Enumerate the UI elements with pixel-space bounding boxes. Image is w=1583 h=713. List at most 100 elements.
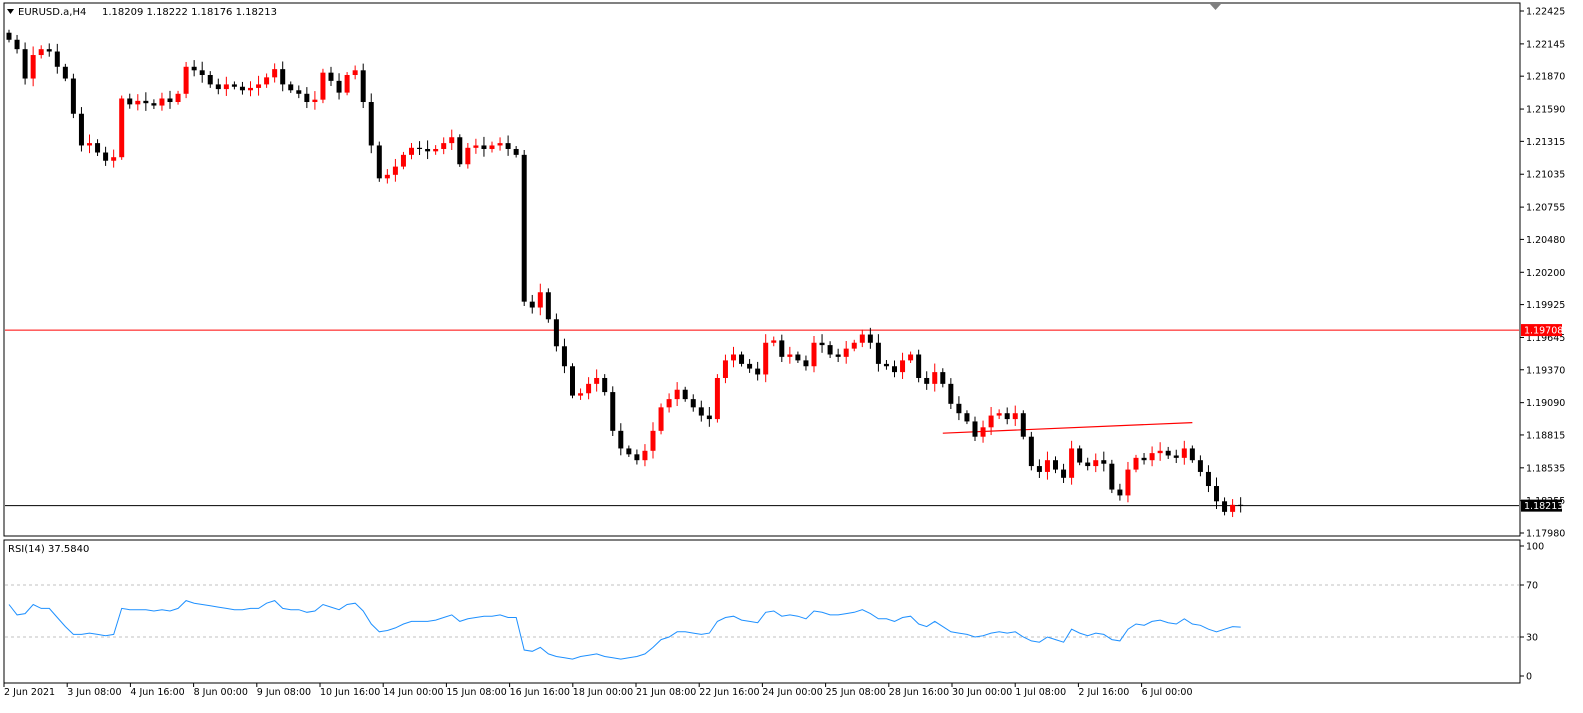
- candle-body: [1061, 469, 1067, 478]
- time-tick-label: 16 Jun 16:00: [510, 687, 570, 698]
- candle-body: [578, 393, 584, 396]
- candle-body: [1141, 457, 1147, 461]
- candle-body: [167, 98, 173, 103]
- candle-body: [417, 147, 423, 149]
- candle-body: [964, 413, 970, 422]
- candle-body: [360, 70, 366, 103]
- candle-body: [859, 334, 865, 343]
- candle-body: [698, 407, 704, 416]
- candle-body: [280, 69, 286, 85]
- candle-body: [175, 93, 181, 103]
- price-tick-label: 1.20480: [1526, 235, 1565, 246]
- candle-body: [521, 154, 527, 302]
- time-tick-label: 14 Jun 00:00: [383, 687, 443, 698]
- candle-body: [940, 372, 946, 384]
- candle-body: [1189, 448, 1195, 461]
- candle-body: [248, 87, 253, 91]
- candle-body: [336, 80, 342, 93]
- candle-body: [223, 84, 229, 90]
- candle-body: [344, 75, 350, 93]
- candle-body: [135, 100, 141, 105]
- candle-body: [473, 145, 479, 148]
- candle-body: [489, 145, 495, 149]
- candle-body: [747, 363, 753, 369]
- candle-body: [70, 78, 76, 114]
- chart-canvas: EURUSD.a,H4 1.18209 1.18222 1.18176 1.18…: [3, 2, 1565, 698]
- time-tick-label: 2 Jun 2021: [4, 687, 55, 698]
- candle-body: [481, 145, 487, 149]
- time-tick-label: 8 Jun 00:00: [194, 687, 248, 698]
- time-tick-label: 9 Jun 08:00: [257, 687, 311, 698]
- candle-body: [513, 148, 519, 155]
- candle-body: [231, 84, 237, 87]
- candle-body: [666, 399, 672, 408]
- candle-body: [634, 454, 640, 461]
- candle-body: [191, 66, 197, 71]
- candle-body: [650, 430, 656, 451]
- candle-body: [288, 84, 294, 91]
- price-panel: [3, 2, 1521, 537]
- candle-body: [1101, 460, 1107, 464]
- candle-body: [1205, 471, 1211, 487]
- candle-body: [570, 366, 575, 396]
- rsi-tick-label: 70: [1526, 581, 1538, 592]
- price-tick-label: 1.18535: [1526, 463, 1565, 474]
- candle-body: [239, 86, 245, 91]
- candle-body: [497, 143, 503, 146]
- ohlc-values: 1.18209 1.18222 1.18176 1.18213: [102, 7, 277, 18]
- candle-body: [127, 98, 133, 105]
- candle-body: [1125, 469, 1131, 496]
- price-tick-label: 1.19370: [1526, 365, 1565, 376]
- candle-body: [1109, 463, 1115, 490]
- candle-body: [1077, 448, 1083, 463]
- candle-body: [1053, 460, 1058, 470]
- time-tick-label: 21 Jun 08:00: [636, 687, 696, 698]
- candle-body: [14, 39, 20, 50]
- candle-body: [22, 49, 28, 79]
- candle-body: [1149, 453, 1155, 461]
- candle-body: [1157, 450, 1163, 454]
- candle-body: [54, 51, 60, 67]
- candle-body: [553, 319, 559, 347]
- candle-body: [972, 421, 978, 437]
- candle-body: [409, 147, 414, 155]
- symbol-label: EURUSD.a,H4: [18, 7, 86, 18]
- rsi-tick-label: 100: [1526, 542, 1544, 553]
- candle-body: [948, 383, 954, 404]
- time-tick-label: 1 Jul 08:00: [1015, 687, 1066, 698]
- candle-body: [151, 103, 157, 106]
- candle-body: [78, 113, 84, 146]
- rsi-label: RSI(14) 37.5840: [8, 544, 89, 555]
- time-tick-label: 2 Jul 16:00: [1078, 687, 1129, 698]
- candle-body: [103, 152, 109, 161]
- candle-body: [433, 148, 439, 152]
- price-tick-label: 1.21590: [1526, 105, 1565, 116]
- candle-body: [787, 354, 793, 357]
- time-tick-label: 28 Jun 16:00: [889, 687, 949, 698]
- candle-body: [867, 334, 873, 343]
- price-tick-label: 1.19925: [1526, 300, 1565, 311]
- candle-body: [207, 75, 213, 85]
- candle-body: [449, 137, 455, 144]
- candle-body: [1165, 450, 1171, 456]
- price-tick-label: 1.21870: [1526, 72, 1565, 83]
- time-tick-label: 4 Jun 16:00: [130, 687, 184, 698]
- rsi-tick-label: 0: [1526, 672, 1532, 683]
- price-tags: 1.19708 1.18213: [1521, 324, 1563, 512]
- candle-body: [272, 69, 278, 78]
- candle-body: [674, 389, 680, 400]
- candle-body: [1028, 436, 1034, 467]
- candle-body: [988, 415, 994, 428]
- price-tick-label: 1.22425: [1526, 7, 1565, 18]
- price-tick-label: 1.19090: [1526, 398, 1565, 409]
- candle-body: [618, 430, 624, 449]
- candle-body: [835, 354, 841, 357]
- candle-body: [996, 413, 1002, 416]
- candle-body: [441, 143, 447, 149]
- candle-body: [586, 383, 592, 394]
- candle-body: [932, 372, 938, 384]
- candle-body: [296, 90, 302, 94]
- price-tick-label: 1.21035: [1526, 170, 1565, 181]
- candle-body: [400, 154, 406, 167]
- time-tick-label: 10 Jun 16:00: [320, 687, 380, 698]
